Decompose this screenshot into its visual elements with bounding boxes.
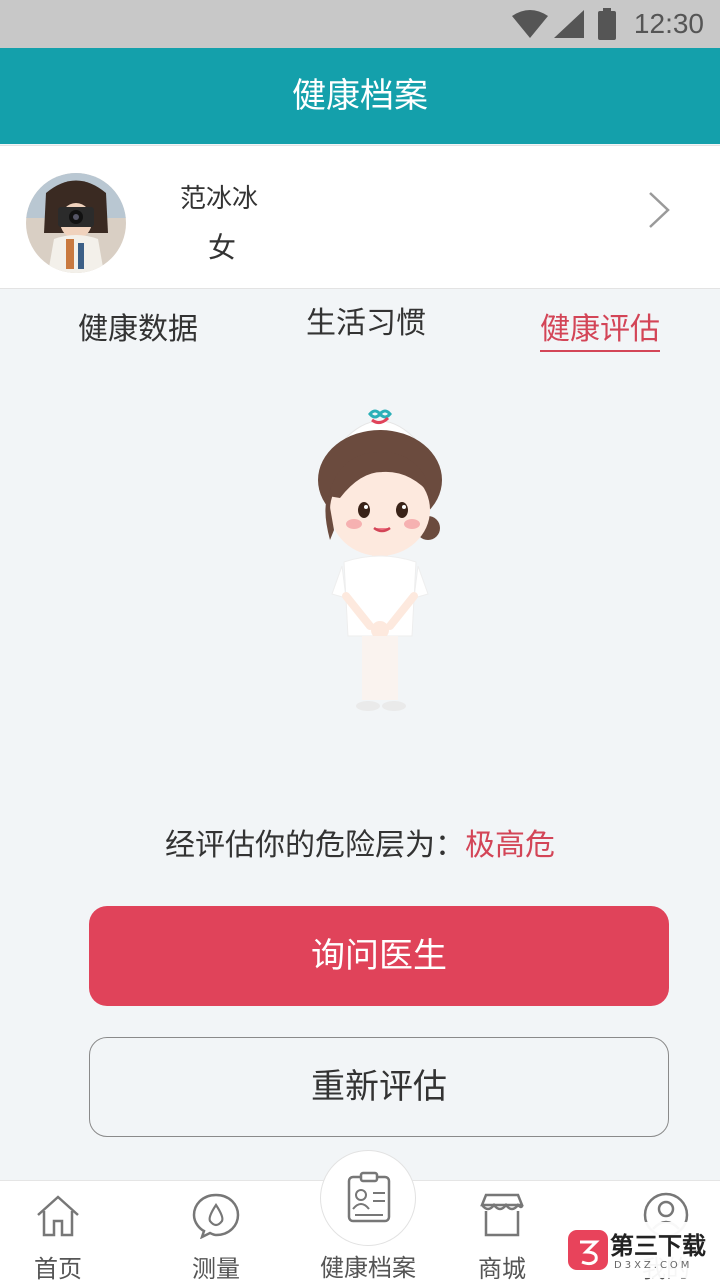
nav-shop[interactable]: 商城 — [432, 1181, 572, 1280]
watermark: 第三下载 D3XZ.COM — [566, 1222, 716, 1278]
profile-name: 范冰冰 — [180, 184, 259, 214]
chevron-right-icon[interactable] — [646, 190, 672, 230]
wifi-icon — [512, 10, 548, 38]
home-icon — [37, 1195, 79, 1237]
status-bar: 12:30 — [0, 0, 720, 48]
watermark-domain: D3XZ.COM — [614, 1260, 693, 1271]
profile-card[interactable]: 范冰冰 女 — [0, 145, 720, 289]
nav-home[interactable]: 首页 — [0, 1181, 128, 1280]
signal-icon — [554, 10, 584, 38]
battery-icon — [598, 8, 616, 40]
tab-health-assessment[interactable]: 健康评估 — [540, 304, 660, 352]
nurse-illustration — [318, 409, 442, 711]
tab-health-data[interactable]: 健康数据 — [78, 304, 198, 348]
clipboard-icon — [347, 1171, 391, 1223]
nav-home-label: 首页 — [34, 1255, 82, 1280]
nav-health-record[interactable] — [320, 1150, 416, 1246]
assessment-prefix: 经评估你的危险层为： — [165, 828, 465, 863]
tab-lifestyle[interactable]: 生活习惯 — [306, 298, 426, 342]
reassess-button[interactable]: 重新评估 — [89, 1037, 669, 1137]
ask-doctor-button[interactable]: 询问医生 — [89, 906, 669, 1006]
profile-gender: 女 — [208, 231, 237, 264]
nav-shop-label: 商城 — [478, 1255, 526, 1280]
download-logo-icon — [568, 1230, 608, 1270]
nav-health-record-label: 健康档案 — [320, 1254, 416, 1280]
nav-measure[interactable]: 测量 — [146, 1181, 286, 1280]
nav-measure-label: 测量 — [192, 1255, 240, 1280]
avatar — [26, 173, 126, 273]
risk-level: 极高危 — [465, 828, 555, 863]
drop-chat-icon — [192, 1193, 240, 1239]
page-title: 健康档案 — [0, 48, 720, 144]
assessment-result: 经评估你的危险层为：极高危 — [0, 820, 720, 864]
status-time: 12:30 — [633, 8, 704, 39]
shop-icon — [480, 1193, 524, 1237]
watermark-brand: 第三下载 — [610, 1232, 706, 1260]
